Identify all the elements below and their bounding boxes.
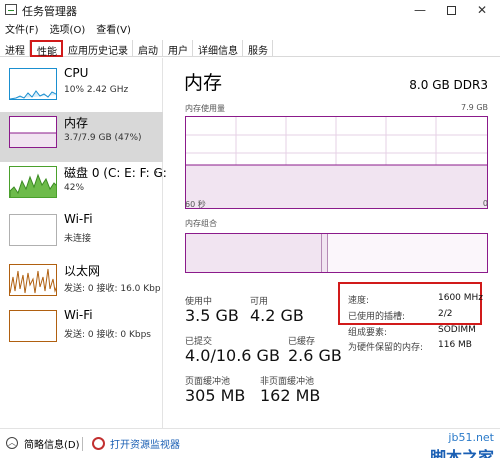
- chevron-up-icon[interactable]: ︿: [6, 437, 18, 449]
- nonpaged-pool-value: 162 MB: [260, 386, 321, 405]
- slots-label: 已使用的插槽:: [348, 312, 406, 322]
- resource-wifi-2[interactable]: Wi-Fi 发送: 0 接收: 0 Kbps: [0, 306, 163, 356]
- slots-value: 2/2: [438, 309, 453, 319]
- memory-usage-graph: [185, 116, 488, 209]
- usage-graph-label: 内存使用量: [185, 104, 225, 113]
- title-bar: 任务管理器 — ✕: [0, 0, 500, 20]
- form-factor-value: SODIMM: [438, 325, 476, 335]
- watermark-site-name: 脚本之家: [429, 448, 494, 458]
- time-axis-end: 0: [482, 199, 488, 208]
- disk-mini-graph: [10, 173, 56, 197]
- memory-usage-chart: [186, 117, 487, 208]
- task-manager-window: 任务管理器 — ✕ 文件(F) 选项(O) 查看(V) 进程 性能 应用历史记录…: [0, 0, 500, 458]
- status-footer: ︿ 简略信息(D) 打开资源监视器 jb51.net 脚本之家: [0, 428, 500, 458]
- resource-name: CPU: [64, 66, 89, 80]
- resource-name: 以太网: [64, 264, 101, 278]
- resource-name: 内存: [64, 116, 89, 130]
- disk-thumbnail: [9, 166, 57, 198]
- menu-bar: 文件(F) 选项(O) 查看(V): [0, 20, 137, 36]
- memory-thumbnail: [9, 116, 57, 148]
- resource-list: CPU 10% 2.42 GHz 内存 3.7/7.9 GB (47%) 磁盘 …: [0, 58, 167, 428]
- maximize-button[interactable]: [436, 0, 466, 20]
- resource-detail: 3.7/7.9 GB (47%): [64, 133, 142, 143]
- resource-ethernet[interactable]: 以太网 发送: 0 接收: 16.0 Kbp: [0, 260, 163, 310]
- resource-detail: 未连接: [64, 234, 92, 244]
- cpu-mini-graph: [10, 90, 56, 99]
- cpu-thumbnail: [9, 68, 57, 100]
- memory-composition-bar: [185, 233, 488, 273]
- tab-startup[interactable]: 启动: [133, 40, 163, 57]
- minimize-icon: —: [414, 3, 426, 17]
- composition-label: 内存组合: [185, 219, 217, 228]
- footer-divider: [82, 437, 83, 451]
- reserved-label: 为硬件保留的内存:: [348, 343, 424, 353]
- committed-value: 4.0/10.6 GB: [185, 346, 280, 365]
- memory-capacity: 8.0 GB DDR3: [409, 78, 488, 92]
- tab-app-history[interactable]: 应用历史记录: [63, 40, 133, 57]
- page-title: 内存: [184, 72, 223, 94]
- menu-options[interactable]: 选项(O): [45, 20, 92, 36]
- in-use-value: 3.5 GB: [185, 306, 239, 325]
- ethernet-mini-graph: [10, 268, 56, 294]
- tab-performance[interactable]: 性能: [30, 40, 63, 58]
- resource-detail: 发送: 0 接收: 0 Kbps: [64, 330, 151, 340]
- speed-value: 1600 MHz: [438, 293, 484, 303]
- close-button[interactable]: ✕: [467, 0, 497, 20]
- wifi-thumbnail: [9, 214, 57, 246]
- task-manager-icon: [5, 4, 17, 15]
- resource-wifi-1[interactable]: Wi-Fi 未连接: [0, 210, 163, 260]
- open-resource-monitor-link[interactable]: 打开资源监视器: [110, 436, 180, 451]
- tab-services[interactable]: 服务: [243, 40, 273, 57]
- resource-name: Wi-Fi: [64, 212, 93, 226]
- speed-label: 速度:: [348, 296, 370, 306]
- available-value: 4.2 GB: [250, 306, 304, 325]
- menu-view[interactable]: 查看(V): [91, 20, 137, 36]
- resource-detail: 发送: 0 接收: 16.0 Kbp: [64, 284, 161, 294]
- minimize-button[interactable]: —: [405, 0, 435, 20]
- resource-name: Wi-Fi: [64, 308, 93, 322]
- watermark: jb51.net 脚本之家: [430, 431, 494, 458]
- tab-details[interactable]: 详细信息: [193, 40, 243, 57]
- maximize-icon: [446, 5, 456, 15]
- memory-detail-panel: 内存 8.0 GB DDR3 内存使用量 7.9 GB 60 秒 0 内存组合: [176, 58, 496, 428]
- ethernet-thumbnail: [9, 264, 57, 296]
- tab-processes[interactable]: 进程: [0, 40, 30, 57]
- paged-pool-value: 305 MB: [185, 386, 246, 405]
- composition-in-use: [186, 234, 322, 272]
- tab-bar: 进程 性能 应用历史记录 启动 用户 详细信息 服务: [0, 40, 500, 58]
- resource-memory[interactable]: 内存 3.7/7.9 GB (47%): [0, 112, 163, 162]
- usage-graph-max: 7.9 GB: [461, 103, 488, 112]
- composition-standby: [327, 234, 487, 272]
- window-title: 任务管理器: [22, 5, 77, 18]
- resource-monitor-icon: [92, 437, 105, 450]
- wifi-thumbnail: [9, 310, 57, 342]
- time-axis-start: 60 秒: [185, 200, 206, 209]
- close-icon: ✕: [476, 3, 488, 17]
- resource-disk[interactable]: 磁盘 0 (C: E: F: G: 42%: [0, 162, 167, 212]
- memory-mini-graph: [10, 132, 56, 147]
- watermark-url: jb51.net: [448, 431, 494, 444]
- menu-file[interactable]: 文件(F): [0, 20, 45, 36]
- resource-detail: 42%: [64, 183, 85, 193]
- form-factor-label: 组成要素:: [348, 328, 388, 338]
- resource-cpu[interactable]: CPU 10% 2.42 GHz: [0, 64, 163, 114]
- fewer-details-link[interactable]: 简略信息(D): [24, 436, 80, 451]
- tab-users[interactable]: 用户: [163, 40, 193, 57]
- scroll-right-arrow[interactable]: ›: [149, 167, 163, 181]
- cached-value: 2.6 GB: [288, 346, 342, 365]
- resource-detail: 10% 2.42 GHz: [64, 85, 129, 95]
- reserved-value: 116 MB: [438, 340, 472, 350]
